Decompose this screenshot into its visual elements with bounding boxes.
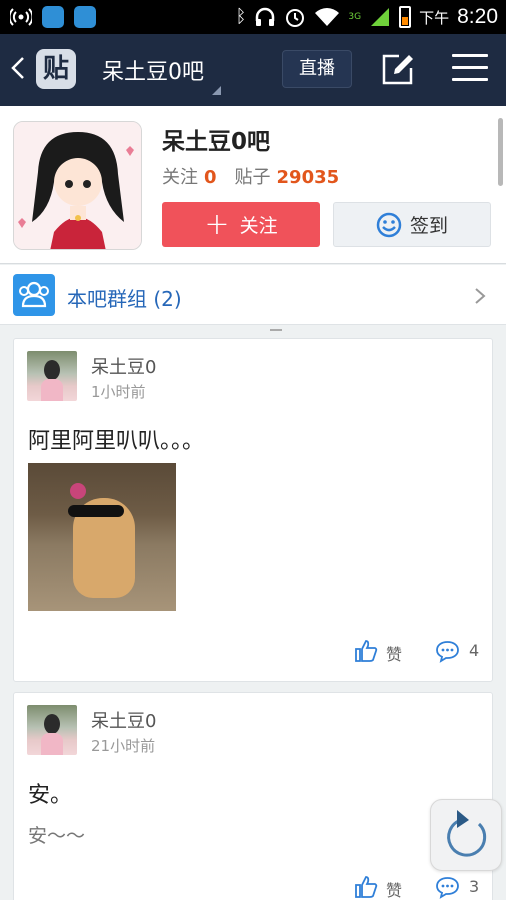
alarm-icon — [286, 9, 305, 27]
comment-count: 3 — [469, 877, 480, 896]
post-time: 21小时前 — [91, 737, 156, 755]
app-icon — [42, 6, 64, 28]
post-body: 安～～ — [28, 825, 86, 847]
smiley-icon — [376, 212, 402, 237]
status-ampm: 下午 — [419, 8, 450, 27]
headphones-icon — [256, 7, 275, 26]
top-bar: 贴 呆土豆0吧 直播 — [0, 34, 506, 106]
menu-icon[interactable] — [452, 54, 488, 84]
forum-groups-row[interactable]: 本吧群组 (2) — [0, 265, 506, 325]
wifi-icon — [315, 8, 340, 26]
post-time: 1小时前 — [91, 383, 146, 401]
status-bar: ᛒ 3G 下午 8:20 — [0, 0, 506, 34]
follow-button-label: 关注 — [239, 215, 278, 237]
posts-stat-value: 29035 — [276, 167, 340, 188]
header-title[interactable]: 呆土豆0吧 — [102, 54, 204, 86]
network-type: 3G — [348, 12, 362, 22]
post-card[interactable]: 呆土豆0 1小时前 阿里阿里叭叭。。。 赞 4 — [13, 338, 493, 682]
post-actions: 赞 3 — [14, 873, 494, 900]
like-label[interactable]: 赞 — [386, 877, 402, 900]
app-icon — [74, 6, 96, 28]
signal-icon — [371, 8, 390, 26]
edit-icon[interactable] — [381, 52, 415, 86]
battery-icon — [399, 6, 412, 28]
comment-icon[interactable] — [435, 639, 460, 663]
chevron-right-icon — [475, 288, 486, 304]
forum-profile: 呆土豆0吧 关注 0 贴子 29035 + 关注 签到 — [0, 106, 506, 264]
follow-button[interactable]: + 关注 — [162, 202, 320, 247]
divider-handle — [270, 329, 282, 331]
thumbs-up-icon[interactable] — [354, 639, 378, 663]
posts-stat-label: 贴子 — [234, 167, 271, 188]
status-icons: ᛒ 3G 下午 8:20 — [236, 4, 498, 30]
user-avatar[interactable] — [27, 705, 77, 755]
live-button[interactable]: 直播 — [282, 50, 352, 88]
follow-stat-value: 0 — [204, 167, 217, 188]
comment-count: 4 — [469, 641, 480, 660]
post-image[interactable] — [28, 463, 176, 611]
forum-avatar[interactable] — [13, 121, 142, 250]
notification-icons — [10, 6, 96, 28]
thumbs-up-icon[interactable] — [354, 875, 378, 899]
status-time: 8:20 — [457, 5, 498, 28]
wifi-hotspot-icon — [10, 8, 32, 26]
forum-stats: 关注 0 贴子 29035 — [162, 163, 357, 189]
plus-icon: + — [204, 206, 230, 242]
post-username[interactable]: 呆土豆0 — [91, 707, 156, 733]
follow-stat-label: 关注 — [162, 167, 198, 188]
dropdown-corner-icon — [212, 86, 221, 95]
bluetooth-icon: ᛒ — [235, 6, 247, 27]
comment-icon[interactable] — [435, 875, 460, 899]
post-title[interactable]: 安。 — [28, 777, 72, 809]
like-label[interactable]: 赞 — [386, 641, 402, 665]
post-card[interactable]: 呆土豆0 21小时前 安。 安～～ 赞 3 — [13, 692, 493, 900]
sign-in-button[interactable]: 签到 — [333, 202, 491, 247]
post-username[interactable]: 呆土豆0 — [91, 353, 156, 379]
post-title[interactable]: 阿里阿里叭叭。。。 — [28, 423, 204, 455]
post-actions: 赞 4 — [14, 637, 494, 667]
forum-name: 呆土豆0吧 — [162, 129, 271, 155]
group-icon — [13, 274, 55, 316]
sign-in-label: 签到 — [409, 215, 448, 237]
scrollbar[interactable] — [498, 118, 503, 186]
back-arrow-icon[interactable] — [10, 56, 26, 80]
refresh-icon — [447, 810, 487, 857]
tieba-logo[interactable]: 贴 — [36, 49, 76, 89]
groups-label: 本吧群组 (2) — [67, 287, 182, 311]
user-avatar[interactable] — [27, 351, 77, 401]
refresh-button[interactable] — [430, 799, 502, 871]
